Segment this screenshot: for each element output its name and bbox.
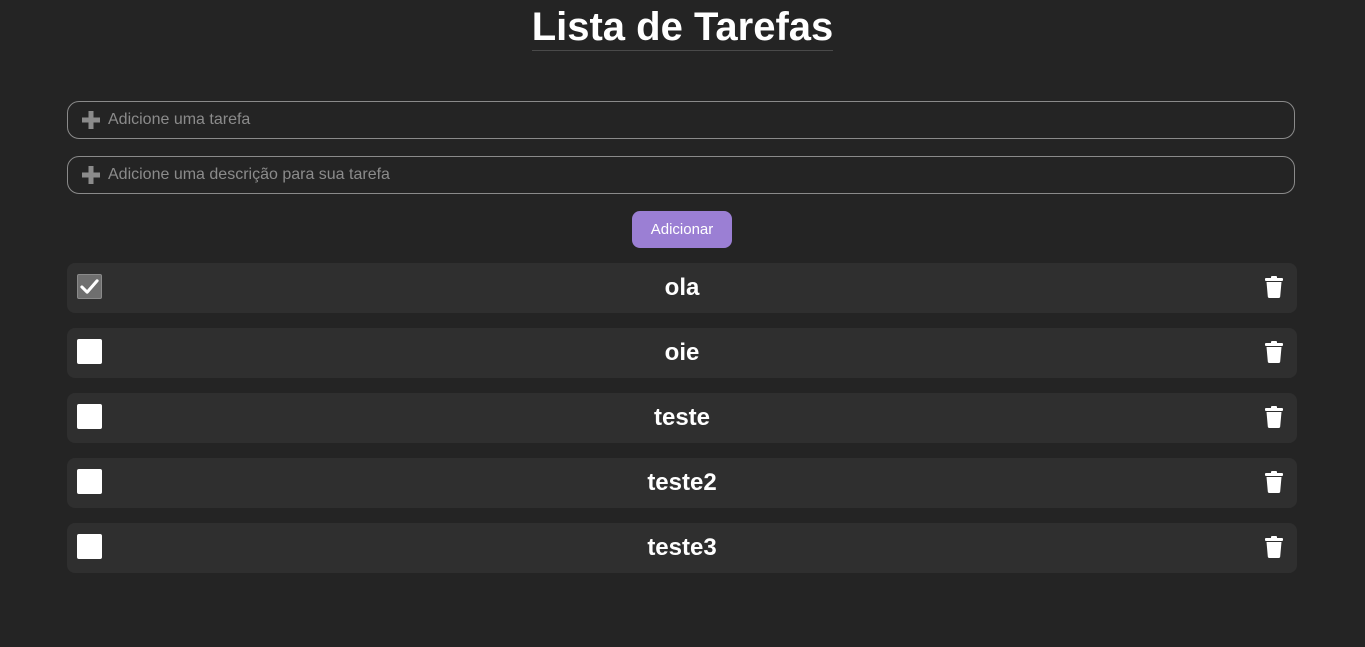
task-list: ola oie teste teste2 teste3 [67,263,1297,588]
header: Lista de Tarefas [0,0,1365,51]
trash-icon[interactable] [1265,341,1283,363]
task-checkbox[interactable] [77,534,102,559]
page: Lista de Tarefas Adicionar ola [0,0,1365,647]
trash-icon[interactable] [1265,276,1283,298]
task-description-field[interactable] [67,156,1295,194]
task-row: teste2 [67,458,1297,508]
task-checkbox[interactable] [77,274,102,299]
task-label: oie [664,339,700,366]
task-checkbox[interactable] [77,404,102,429]
task-label: teste2 [647,469,717,496]
plus-icon [82,111,100,129]
task-label: teste3 [647,534,717,561]
task-row: oie [67,328,1297,378]
task-label: ola [664,274,700,301]
task-label: teste [653,404,711,431]
task-checkbox[interactable] [77,469,102,494]
trash-icon[interactable] [1265,536,1283,558]
task-row: teste [67,393,1297,443]
trash-icon[interactable] [1265,471,1283,493]
check-icon [80,279,99,294]
task-description-input[interactable] [108,157,1294,193]
page-title: Lista de Tarefas [531,5,834,51]
task-checkbox[interactable] [77,339,102,364]
task-row: teste3 [67,523,1297,573]
task-title-input[interactable] [108,102,1294,138]
task-title-field[interactable] [67,101,1295,139]
task-row: ola [67,263,1297,313]
trash-icon[interactable] [1265,406,1283,428]
add-task-button[interactable]: Adicionar [632,211,732,248]
plus-icon [82,166,100,184]
